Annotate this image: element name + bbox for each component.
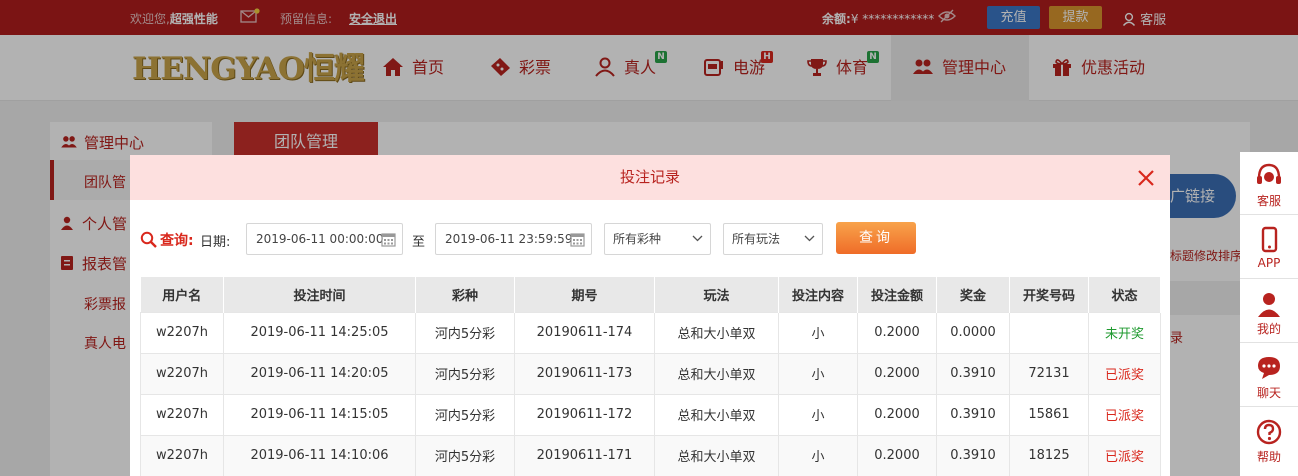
help-icon	[1256, 419, 1282, 445]
query-label: 查询:	[140, 230, 194, 250]
cell-draw-number: 15861	[1009, 393, 1089, 436]
chevron-down-icon	[804, 235, 815, 242]
float-help[interactable]: 帮助	[1240, 408, 1298, 471]
column-header: 投注时间	[223, 277, 416, 312]
table-row[interactable]: w2207h 2019-06-11 14:25:05 河内5分彩 2019061…	[140, 311, 1161, 354]
cell-bet-time: 2019-06-11 14:15:05	[223, 393, 416, 436]
modal-title: 投注记录	[130, 155, 1170, 200]
cell-bet-time: 2019-06-11 14:10:06	[223, 434, 416, 476]
column-header: 用户名	[140, 277, 224, 312]
cell-issue: 20190611-172	[514, 393, 655, 436]
table-row[interactable]: w2207h 2019-06-11 14:20:05 河内5分彩 2019061…	[140, 352, 1161, 395]
cell-status: 未开奖	[1088, 311, 1161, 354]
cell-lottery: 河内5分彩	[415, 311, 515, 354]
lottery-type-select[interactable]: 所有彩种	[604, 223, 711, 255]
cell-status: 已派奖	[1088, 393, 1161, 436]
column-header: 彩种	[415, 277, 515, 312]
cell-amount: 0.2000	[857, 434, 937, 476]
phone-icon	[1261, 226, 1278, 253]
table-header-row: 用户名 投注时间 彩种 期号 玩法 投注内容 投注金额 奖金 开奖号码 状态	[140, 277, 1161, 312]
cell-amount: 0.2000	[857, 352, 937, 395]
cell-issue: 20190611-174	[514, 311, 655, 354]
date-label: 日期:	[200, 235, 231, 250]
column-header: 奖金	[936, 277, 1010, 312]
cell-bet-time: 2019-06-11 14:25:05	[223, 311, 416, 354]
search-icon	[140, 231, 157, 248]
cell-play: 总和大小单双	[654, 434, 779, 476]
cell-content: 小	[778, 311, 858, 354]
play-type-select[interactable]: 所有玩法	[723, 223, 823, 255]
cell-issue: 20190611-171	[514, 434, 655, 476]
cell-content: 小	[778, 393, 858, 436]
cell-amount: 0.2000	[857, 311, 937, 354]
calendar-icon[interactable]	[381, 232, 396, 247]
cell-username: w2207h	[140, 352, 224, 395]
column-header: 状态	[1088, 277, 1161, 312]
column-header: 投注金额	[857, 277, 937, 312]
table-row[interactable]: w2207h 2019-06-11 14:10:06 河内5分彩 2019061…	[140, 434, 1161, 476]
right-float-bar: 客服 APP 我的 聊天 帮助	[1240, 152, 1298, 476]
column-header: 开奖号码	[1009, 277, 1089, 312]
start-date-input[interactable]: 2019-06-11 00:00:00	[246, 223, 403, 255]
cell-lottery: 河内5分彩	[415, 434, 515, 476]
float-chat[interactable]: 聊天	[1240, 344, 1298, 407]
query-button[interactable]: 查询	[836, 222, 916, 254]
cell-play: 总和大小单双	[654, 393, 779, 436]
bet-record-table: 用户名 投注时间 彩种 期号 玩法 投注内容 投注金额 奖金 开奖号码 状态 w…	[140, 277, 1161, 476]
chat-bubble-icon	[1258, 357, 1280, 379]
cell-issue: 20190611-173	[514, 352, 655, 395]
cell-username: w2207h	[140, 393, 224, 436]
float-mine[interactable]: 我的	[1240, 280, 1298, 343]
float-service[interactable]: 客服	[1240, 152, 1298, 215]
cell-content: 小	[778, 352, 858, 395]
cell-status: 已派奖	[1088, 434, 1161, 476]
close-icon[interactable]	[1136, 168, 1156, 188]
headset-icon	[1257, 163, 1281, 184]
cell-draw-number: 72131	[1009, 352, 1089, 395]
float-app[interactable]: APP	[1240, 216, 1298, 279]
user-icon	[1258, 293, 1280, 317]
end-date-input[interactable]: 2019-06-11 23:59:59	[435, 223, 592, 255]
cell-username: w2207h	[140, 311, 224, 354]
cell-amount: 0.2000	[857, 393, 937, 436]
cell-prize: 0.3910	[936, 393, 1010, 436]
cell-lottery: 河内5分彩	[415, 393, 515, 436]
cell-content: 小	[778, 434, 858, 476]
cell-draw-number: 18125	[1009, 434, 1089, 476]
column-header: 投注内容	[778, 277, 858, 312]
cell-status: 已派奖	[1088, 352, 1161, 395]
column-header: 玩法	[654, 277, 779, 312]
cell-username: w2207h	[140, 434, 224, 476]
cell-lottery: 河内5分彩	[415, 352, 515, 395]
table-row[interactable]: w2207h 2019-06-11 14:15:05 河内5分彩 2019061…	[140, 393, 1161, 436]
cell-draw-number	[1009, 311, 1089, 354]
column-header: 期号	[514, 277, 655, 312]
cell-prize: 0.3910	[936, 352, 1010, 395]
calendar-icon[interactable]	[570, 232, 585, 247]
to-label: 至	[412, 235, 426, 250]
cell-bet-time: 2019-06-11 14:20:05	[223, 352, 416, 395]
cell-play: 总和大小单双	[654, 352, 779, 395]
chevron-down-icon	[692, 235, 703, 242]
cell-prize: 0.3910	[936, 434, 1010, 476]
bet-record-modal: 投注记录 查询: 日期: 2019-06-11 00:00:00 至 2019-…	[130, 155, 1170, 476]
cell-prize: 0.0000	[936, 311, 1010, 354]
cell-play: 总和大小单双	[654, 311, 779, 354]
